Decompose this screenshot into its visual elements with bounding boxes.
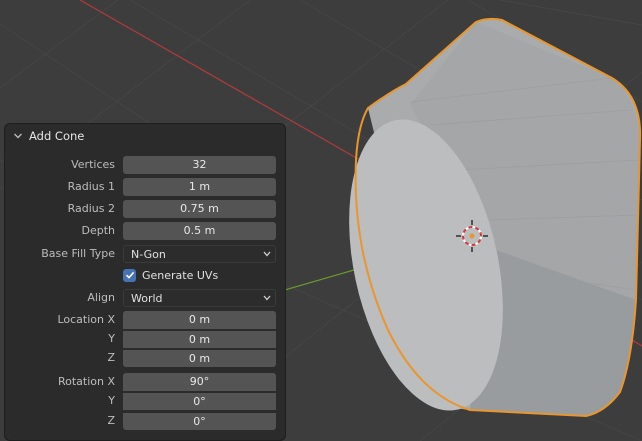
generate-uvs-checkbox-group[interactable]: Generate UVs: [123, 266, 218, 284]
vertices-label: Vertices: [71, 158, 115, 171]
rotation-y-label: Y: [108, 394, 115, 407]
location-x-row: Location X 0 m: [5, 311, 285, 329]
operator-panel-add-cone: Add Cone Vertices 32 Radius 1 1 m Radius…: [5, 124, 285, 440]
base-fill-row: Base Fill Type N-Gon: [5, 245, 285, 263]
location-z-field[interactable]: 0 m: [123, 349, 276, 367]
generate-uvs-row: Generate UVs: [5, 266, 285, 284]
chevron-down-icon: [263, 295, 271, 301]
depth-field[interactable]: 0.5 m: [123, 222, 276, 240]
radius2-row: Radius 2 0.75 m: [5, 200, 285, 218]
rotation-z-label: Z: [107, 414, 115, 427]
rotation-x-row: Rotation X 90°: [5, 373, 285, 391]
location-x-field[interactable]: 0 m: [123, 311, 276, 329]
location-z-row: Z 0 m: [5, 349, 285, 367]
location-y-label: Y: [108, 332, 115, 345]
rotation-z-row: Z 0°: [5, 412, 285, 430]
checkmark-icon: [125, 271, 134, 279]
radius1-row: Radius 1 1 m: [5, 178, 285, 196]
location-y-field[interactable]: 0 m: [123, 330, 276, 348]
align-value: World: [131, 292, 163, 305]
align-row: Align World: [5, 289, 285, 307]
radius2-field[interactable]: 0.75 m: [123, 200, 276, 218]
chevron-down-icon: [263, 251, 271, 257]
generate-uvs-label: Generate UVs: [142, 268, 219, 282]
radius1-label: Radius 1: [67, 180, 115, 193]
panel-title: Add Cone: [29, 129, 85, 143]
rotation-x-field[interactable]: 90°: [123, 373, 276, 391]
panel-header[interactable]: Add Cone: [5, 124, 285, 148]
radius2-label: Radius 2: [67, 202, 115, 215]
location-x-label: Location X: [57, 313, 115, 326]
rotation-x-label: Rotation X: [57, 375, 115, 388]
base-fill-label: Base Fill Type: [41, 247, 115, 260]
base-fill-dropdown[interactable]: N-Gon: [123, 245, 276, 263]
vertices-row: Vertices 32: [5, 156, 285, 174]
radius1-field[interactable]: 1 m: [123, 178, 276, 196]
base-fill-value: N-Gon: [131, 248, 166, 261]
location-y-row: Y 0 m: [5, 330, 285, 348]
cone-object[interactable]: [325, 17, 642, 425]
generate-uvs-checkbox[interactable]: [123, 268, 136, 282]
depth-row: Depth 0.5 m: [5, 222, 285, 240]
rotation-y-field[interactable]: 0°: [123, 392, 276, 410]
align-dropdown[interactable]: World: [123, 289, 276, 307]
chevron-down-icon: [14, 133, 22, 139]
vertices-field[interactable]: 32: [123, 156, 276, 174]
align-label: Align: [87, 291, 115, 304]
location-z-label: Z: [107, 351, 115, 364]
rotation-z-field[interactable]: 0°: [123, 412, 276, 430]
rotation-y-row: Y 0°: [5, 392, 285, 410]
depth-label: Depth: [81, 224, 115, 237]
